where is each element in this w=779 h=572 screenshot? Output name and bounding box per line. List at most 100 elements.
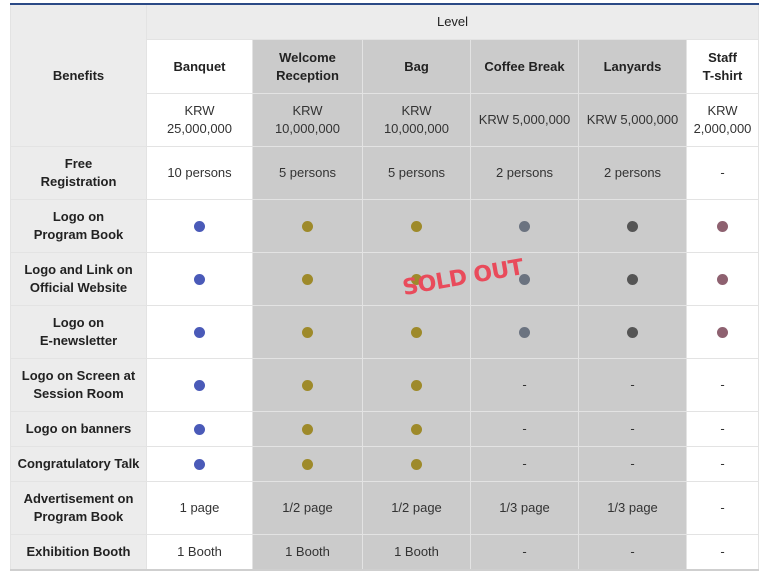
benefit-cell [146, 411, 253, 447]
benefit-cell [578, 252, 687, 306]
benefit-cell [685, 305, 760, 359]
benefit-cell [578, 199, 687, 253]
benefit-label: Logo and Link on Official Website [10, 252, 147, 306]
benefit-cell [578, 305, 687, 359]
tier-price-staff-t-shirt: KRW 2,000,000 [685, 93, 760, 147]
benefit-cell: 1/2 page [362, 481, 471, 535]
included-dot-icon [302, 221, 313, 233]
included-dot-icon [302, 327, 313, 339]
benefit-cell: - [578, 358, 687, 412]
benefit-label: Exhibition Booth [10, 534, 147, 570]
benefit-row: Free Registration 10 persons 5 persons 5 pe… [10, 146, 760, 200]
benefit-row: Logo on Program Book [10, 199, 760, 253]
benefit-cell: - [685, 446, 760, 482]
tier-name-staff-t-shirt: Staff T-shirt [685, 39, 760, 94]
benefit-cell [146, 305, 253, 359]
benefit-cell [362, 358, 471, 412]
included-dot-icon [194, 274, 205, 286]
tier-name-coffee-break: Coffee Break [470, 39, 579, 94]
benefit-row: Advertisement on Program Book 1 page 1/2 p… [10, 481, 760, 535]
benefit-cell: 5 persons [362, 146, 471, 200]
included-dot-icon [519, 221, 530, 233]
benefit-cell [470, 199, 579, 253]
benefit-row: Logo on E-newsletter [10, 305, 760, 359]
benefit-label: Logo on Screen at Session Room [10, 358, 147, 412]
included-dot-icon [411, 380, 422, 392]
benefit-cell: - [578, 411, 687, 447]
benefit-cell [252, 411, 363, 447]
benefit-cell: - [685, 534, 760, 570]
benefit-label: Logo on banners [10, 411, 147, 447]
tier-price-lanyards: KRW 5,000,000 [578, 93, 687, 147]
benefit-cell: 1 Booth [146, 534, 253, 570]
benefit-cell: - [578, 534, 687, 570]
benefit-cell: 2 persons [578, 146, 687, 200]
benefit-cell: 2 persons [470, 146, 579, 200]
benefit-cell [362, 305, 471, 359]
included-dot-icon [717, 327, 728, 339]
included-dot-icon [194, 380, 205, 392]
included-dot-icon [411, 221, 422, 233]
benefit-row: Logo on Screen at Session Room - - - [10, 358, 760, 412]
benefit-label: Logo on Program Book [10, 199, 147, 253]
benefit-cell [362, 446, 471, 482]
benefit-cell [146, 199, 253, 253]
tier-price-coffee-break: KRW 5,000,000 [470, 93, 579, 147]
benefit-label: Free Registration [10, 146, 147, 200]
benefit-cell: - [578, 446, 687, 482]
tier-price-bag: KRW 10,000,000 [362, 93, 471, 147]
included-dot-icon [302, 424, 313, 436]
benefit-cell [252, 358, 363, 412]
benefit-cell [146, 358, 253, 412]
benefit-cell: - [470, 446, 579, 482]
benefit-cell: - [470, 411, 579, 447]
benefit-cell [252, 446, 363, 482]
benefit-row: Exhibition Booth 1 Booth 1 Booth 1 Booth - - - [10, 534, 760, 570]
tier-price-welcome-reception: KRW 10,000,000 [252, 93, 363, 147]
included-dot-icon [194, 459, 205, 471]
benefit-cell [252, 305, 363, 359]
benefit-label: Logo on E-newsletter [10, 305, 147, 359]
benefit-cell [470, 305, 579, 359]
benefit-cell [362, 199, 471, 253]
level-header: Level [145, 3, 760, 40]
benefit-label: Congratulatory Talk [10, 446, 147, 482]
included-dot-icon [717, 274, 728, 286]
included-dot-icon [411, 424, 422, 436]
benefit-cell: - [685, 358, 760, 412]
tier-name-welcome-reception: Welcome Reception [252, 39, 363, 94]
included-dot-icon [627, 327, 638, 339]
benefit-row: Logo and Link on Official Website [10, 252, 760, 306]
benefit-cell [685, 252, 760, 306]
benefit-cell: - [470, 358, 579, 412]
benefit-cell [362, 411, 471, 447]
tier-name-bag: Bag [362, 39, 471, 94]
tier-name-banquet: Banquet [146, 39, 253, 94]
included-dot-icon [411, 459, 422, 471]
benefit-cell: 1 page [146, 481, 253, 535]
tier-price-banquet: KRW 25,000,000 [146, 93, 253, 147]
benefit-cell [685, 199, 760, 253]
benefits-header: Benefits [10, 3, 147, 147]
benefit-cell: - [470, 534, 579, 570]
benefit-cell: - [685, 481, 760, 535]
included-dot-icon [302, 459, 313, 471]
included-dot-icon [302, 274, 313, 286]
benefit-cell [252, 252, 363, 306]
included-dot-icon [627, 274, 638, 286]
included-dot-icon [194, 424, 205, 436]
benefit-cell: 1/3 page [578, 481, 687, 535]
included-dot-icon [627, 221, 638, 233]
benefit-cell: 5 persons [252, 146, 363, 200]
included-dot-icon [302, 380, 313, 392]
benefit-cell [146, 252, 253, 306]
benefit-cell: 1 Booth [252, 534, 363, 570]
included-dot-icon [519, 327, 530, 339]
sponsorship-benefits-table: Benefits Level Banquet Welcome Reception B… [10, 3, 760, 571]
included-dot-icon [194, 221, 205, 233]
benefit-cell: 1/3 page [470, 481, 579, 535]
benefit-cell: - [685, 146, 760, 200]
benefit-cell [146, 446, 253, 482]
benefit-cell: - [685, 411, 760, 447]
benefit-row: Logo on banners - - - [10, 411, 760, 447]
